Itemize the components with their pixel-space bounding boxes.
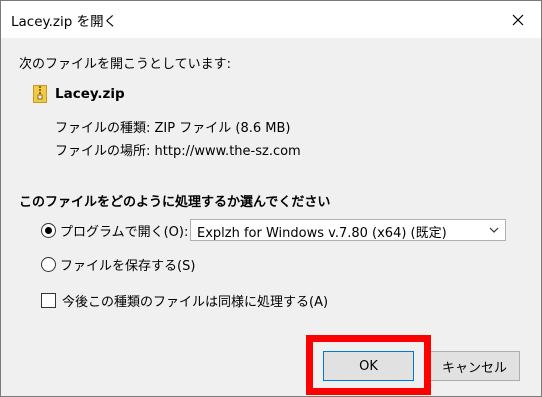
window-title: Lacey.zip を開く bbox=[11, 14, 118, 30]
save-file-radio[interactable] bbox=[41, 257, 56, 272]
prompt-text: 次のファイルを開こうとしています: bbox=[19, 57, 231, 72]
file-name: Lacey.zip bbox=[55, 86, 125, 102]
save-file-label: ファイルを保存する(S) bbox=[60, 259, 196, 274]
save-file-option[interactable]: ファイルを保存する(S) bbox=[41, 255, 195, 274]
open-with-option[interactable]: プログラムで開く(O): bbox=[41, 221, 188, 240]
chevron-down-icon bbox=[489, 227, 499, 233]
open-with-label: プログラムで開く(O): bbox=[60, 225, 189, 240]
open-with-radio[interactable] bbox=[41, 223, 56, 238]
remember-choice-label: 今後この種類のファイルは同様に処理する(A) bbox=[62, 295, 329, 310]
program-select-value: Explzh for Windows v.7.80 (x64) (既定) bbox=[197, 226, 447, 241]
file-location-label: ファイルの場所: bbox=[55, 144, 151, 159]
file-type-value: ZIP ファイル (8.6 MB) bbox=[154, 121, 291, 136]
file-type: ファイルの種類: ZIP ファイル (8.6 MB) bbox=[55, 117, 290, 136]
section-title: このファイルをどのように処理するか選んでください bbox=[19, 195, 331, 210]
close-icon bbox=[512, 14, 524, 25]
cancel-button[interactable]: キャンセル bbox=[429, 351, 520, 381]
title-bar: Lacey.zip を開く bbox=[1, 1, 541, 38]
remember-choice-checkbox[interactable] bbox=[41, 293, 56, 308]
file-type-label: ファイルの種類: bbox=[55, 121, 151, 136]
program-select[interactable]: Explzh for Windows v.7.80 (x64) (既定) bbox=[190, 219, 506, 241]
file-location: ファイルの場所: http://www.the-sz.com bbox=[55, 140, 301, 159]
file-row: Lacey.zip bbox=[33, 85, 125, 103]
zip-file-icon bbox=[33, 85, 47, 103]
open-file-dialog: Lacey.zip を開く 次のファイルを開こうとしています: Lacey.zi… bbox=[0, 0, 542, 397]
remember-choice-option[interactable]: 今後この種類のファイルは同様に処理する(A) bbox=[41, 291, 328, 310]
ok-button[interactable]: OK bbox=[323, 351, 414, 381]
close-button[interactable] bbox=[495, 1, 541, 38]
file-location-value: http://www.the-sz.com bbox=[154, 144, 301, 159]
